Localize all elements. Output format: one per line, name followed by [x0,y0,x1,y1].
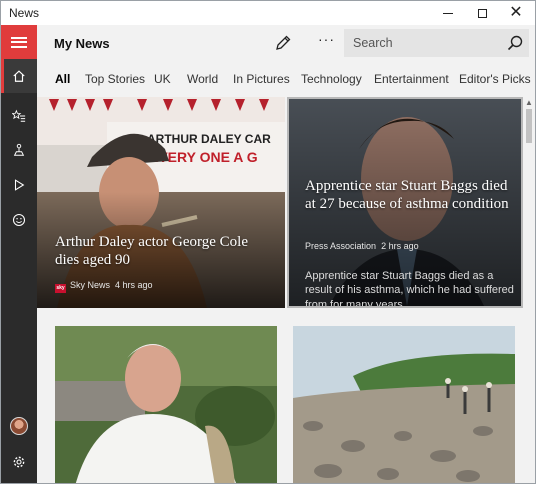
nav-home[interactable] [1,59,37,93]
header-bar: My News ··· [37,25,535,61]
tab-entertainment[interactable]: Entertainment [374,72,449,86]
tab-all[interactable]: All [55,72,70,86]
article-card[interactable] [55,326,277,483]
nav-favorites[interactable] [1,99,37,133]
tab-technology[interactable]: Technology [301,72,362,86]
minimize-icon [443,12,453,14]
article-card[interactable] [293,326,515,483]
article-meta: sky Sky News 4 hrs ago [55,280,153,293]
nav-feedback[interactable] [1,203,37,237]
home-icon [13,70,25,82]
nav-rail [1,25,37,483]
news-app-window: News ✕ My News ··· Search All Top Storie… [0,0,536,484]
favorites-icon [12,109,26,122]
minimize-button[interactable] [431,1,465,25]
page-title: My News [54,36,110,51]
article-source: Sky News [70,280,111,290]
maximize-icon [477,8,487,18]
article-image: ARTHUR DALEY CAR EVERY ONE A G [37,97,285,308]
article-age: 4 hrs ago [115,280,153,290]
article-summary: Apprentice star Stuart Baggs died as a r… [305,270,514,308]
settings-icon [13,456,25,468]
tab-in-pictures[interactable]: In Pictures [233,72,290,86]
nav-settings[interactable] [1,445,37,479]
news-feed: ARTHUR DALEY CAR EVERY ONE A G Arthur Da… [37,95,535,483]
app-title: News [9,6,40,20]
article-image [293,326,515,483]
maximize-button[interactable] [465,1,499,25]
scroll-thumb[interactable] [526,109,532,143]
article-headline[interactable]: Apprentice star Stuart Baggs died at 27 … [305,177,515,214]
title-bar: News ✕ [1,1,535,25]
video-icon [14,179,25,191]
close-button[interactable]: ✕ [499,1,533,25]
article-age: 2 hrs ago [381,241,419,251]
tab-world[interactable]: World [187,72,218,86]
local-icon [13,143,25,156]
nav-local[interactable] [1,133,37,167]
edit-button[interactable] [273,33,293,53]
article-source: Press Association [305,241,377,251]
tab-top-stories[interactable]: Top Stories [85,72,145,86]
search-input[interactable] [344,29,504,57]
article-headline[interactable]: Arthur Daley actor George Cole dies aged… [55,233,275,270]
sky-news-logo: sky [55,284,66,293]
article-card[interactable]: Apprentice star Stuart Baggs died at 27 … [287,97,523,308]
category-tabs: All Top Stories UK World In Pictures Tec… [37,61,535,95]
smiley-icon [12,213,26,227]
search-icon[interactable] [506,34,524,52]
scroll-up-icon[interactable]: ▲ [525,98,533,107]
close-icon: ✕ [509,4,523,21]
tab-uk[interactable]: UK [154,72,171,86]
tab-editors-picks[interactable]: Editor's Picks [459,72,531,86]
avatar[interactable] [10,417,28,435]
article-meta: Press Association 2 hrs ago [305,241,419,251]
feed-scrollbar[interactable]: ▲ [523,95,535,483]
article-image [55,326,277,483]
nav-video[interactable] [1,168,37,202]
more-options-button[interactable]: ··· [318,31,335,47]
menu-icon [11,36,27,48]
article-card[interactable]: ARTHUR DALEY CAR EVERY ONE A G Arthur Da… [37,97,285,308]
pencil-icon [276,35,291,50]
search-box [344,29,529,57]
menu-button[interactable] [1,25,37,59]
